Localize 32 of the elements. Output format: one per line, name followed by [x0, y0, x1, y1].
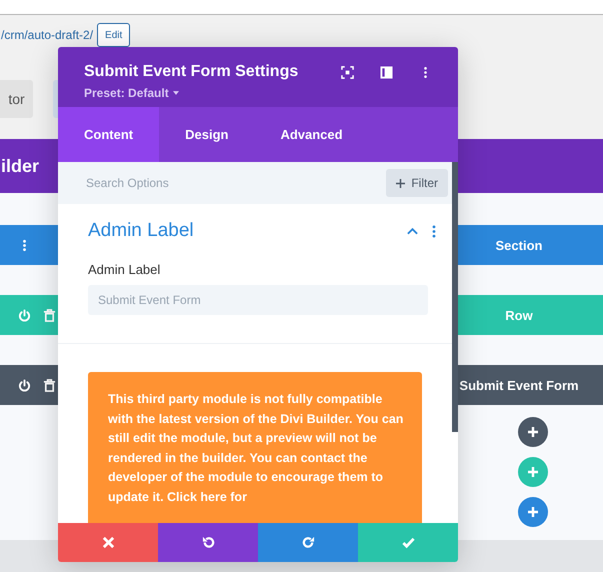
compatibility-notice: This third party module is not fully compatible with the latest version of the Divi Builder. You can still edit the module, but a preview will not be rendered in the builder. You can contact the developer of the module to encourage them to update it. Click here for — [88, 372, 422, 523]
admin-label-field[interactable]: Submit Event Form — [88, 285, 428, 315]
layer-label: Row — [504, 308, 534, 322]
more-icon[interactable] — [432, 224, 436, 238]
tab[interactable]: Content — [58, 107, 160, 162]
plus-icon — [396, 178, 406, 188]
modal-title: Submit Event Form Settings — [84, 63, 298, 81]
edit-button[interactable]: Edit — [97, 23, 130, 47]
add-icon[interactable] — [518, 497, 548, 527]
filter-button[interactable]: Filter — [386, 169, 448, 197]
preset-dropdown[interactable]: Preset: Default — [84, 86, 169, 100]
add-icon[interactable] — [518, 417, 548, 447]
undo-icon — [202, 536, 214, 549]
fullscreen-icon[interactable] — [341, 66, 354, 78]
check-icon — [402, 536, 414, 549]
trash-icon[interactable] — [43, 378, 56, 392]
caret-icon — [172, 91, 179, 95]
page-url[interactable]: /crm/auto-draft-2/ — [1, 28, 94, 42]
field-label: Admin Label — [88, 262, 162, 277]
close-icon — [102, 536, 114, 549]
toolbar-button[interactable]: tor — [0, 80, 33, 118]
group-title[interactable]: Admin Label — [88, 220, 194, 242]
chevron-icon[interactable] — [407, 227, 418, 235]
tab[interactable]: Design — [159, 107, 254, 162]
tab[interactable]: Advanced — [254, 107, 369, 162]
layer-label: Submit Event Form — [458, 378, 580, 392]
redo-icon — [302, 536, 314, 549]
layer-label: Section — [494, 238, 544, 252]
power-icon[interactable] — [18, 378, 31, 392]
sidebar-icon[interactable] — [380, 66, 393, 78]
builder-title: ilder — [1, 156, 40, 176]
search-field[interactable]: Search Options — [84, 175, 386, 191]
